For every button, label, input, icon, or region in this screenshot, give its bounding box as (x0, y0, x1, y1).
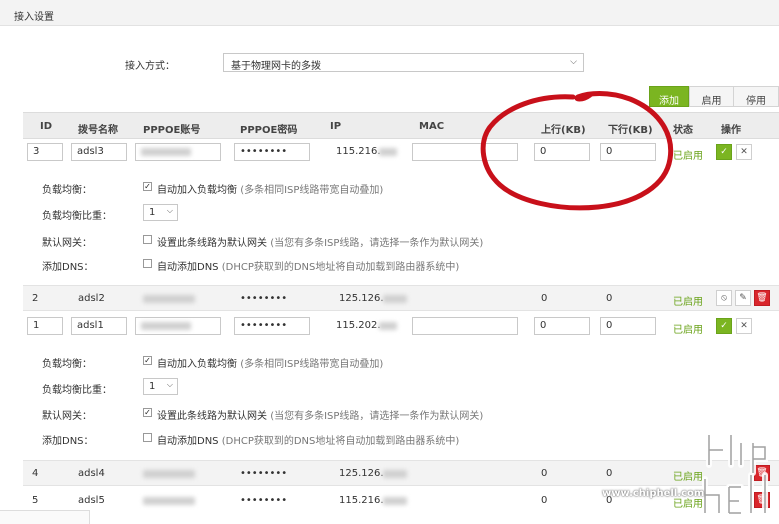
access-mode-value: 基于物理网卡的多拨 (231, 61, 321, 72)
table-row: 1 adsl1 •••••••• 115.202. 0 0 已启用 ✓ ✕ (23, 314, 779, 340)
access-mode-select[interactable]: 基于物理网卡的多拨 ⌵ (223, 53, 584, 72)
trash-icon[interactable]: 🗑 (754, 290, 770, 306)
lb-ratio-label: 负载均衡比重： (42, 385, 112, 396)
access-mode-label: 接入方式： (125, 61, 175, 72)
close-icon[interactable]: ✕ (736, 144, 752, 160)
row-password: •••••••• (240, 495, 288, 506)
row-name: adsl5 (78, 495, 105, 506)
pppoe-pass-input[interactable]: •••••••• (234, 317, 310, 335)
access-mode-row: 接入方式： 基于物理网卡的多拨 ⌵ (0, 52, 779, 74)
row-ip: 115.216. (339, 495, 384, 506)
default-gateway-hint: (当您有多条ISP线路，请选择一条作为默认网关) (270, 238, 484, 249)
row-password: •••••••• (240, 468, 288, 479)
row-ip: 125.126. (339, 293, 384, 304)
pppoe-user-redacted (143, 497, 195, 505)
row-name: adsl4 (78, 468, 105, 479)
disable-button[interactable]: 停用 (734, 86, 779, 107)
add-dns-hint: (DHCP获取到的DNS地址将自动加载到路由器系统中) (221, 262, 460, 273)
row-upload: 0 (541, 495, 548, 506)
status-badge: 已启用 (673, 325, 703, 336)
pppoe-user-input[interactable] (135, 143, 221, 161)
table-row: 2 adsl2 •••••••• 125.126. 0 0 已启用 ⦸ ✎ 🗑 (23, 285, 779, 311)
pppoe-user-input[interactable] (135, 317, 221, 335)
add-dns-text: 自动添加DNS (157, 436, 219, 447)
row-upload: 0 (541, 468, 548, 479)
load-balance-label: 负载均衡： (42, 359, 92, 370)
id-input[interactable]: 1 (27, 317, 63, 335)
load-balance-checkbox[interactable]: ✓ (143, 356, 152, 365)
row-download: 0 (606, 293, 613, 304)
add-dns-checkbox[interactable] (143, 259, 152, 268)
ban-icon[interactable]: ⦸ (716, 290, 732, 306)
id-input[interactable]: 3 (27, 143, 63, 161)
chiphell-watermark-logo (702, 432, 768, 516)
enable-button[interactable]: 启用 (689, 86, 734, 107)
chevron-down-icon: ⌵ (570, 57, 577, 67)
row-id: 4 (32, 468, 39, 479)
load-balance-hint: (多条相同ISP线路带宽自动叠加) (240, 359, 384, 370)
add-dns-label: 添加DNS： (42, 262, 94, 273)
col-action: 操作 (721, 125, 741, 136)
load-balance-text: 自动加入负载均衡 (157, 359, 237, 370)
default-gateway-text: 设置此条线路为默认网关 (157, 238, 267, 249)
dial-name-input[interactable]: adsl3 (71, 143, 127, 161)
lb-ratio-label: 负载均衡比重： (42, 211, 112, 222)
pppoe-user-redacted (143, 295, 195, 303)
add-dns-label: 添加DNS： (42, 436, 94, 447)
col-mac: MAC (419, 121, 445, 132)
pppoe-pass-input[interactable]: •••••••• (234, 143, 310, 161)
row-ip: 125.126. (339, 468, 384, 479)
pppoe-user-redacted (143, 470, 195, 478)
check-icon[interactable]: ✓ (716, 144, 732, 160)
bottom-scroll-area (0, 510, 90, 524)
col-name: 拨号名称 (78, 125, 118, 136)
load-balance-checkbox[interactable]: ✓ (143, 182, 152, 191)
close-icon[interactable]: ✕ (736, 318, 752, 334)
default-gateway-checkbox[interactable]: ✓ (143, 408, 152, 417)
default-gateway-text: 设置此条线路为默认网关 (157, 411, 267, 422)
download-input[interactable]: 0 (600, 317, 656, 335)
load-balance-hint: (多条相同ISP线路带宽自动叠加) (240, 185, 384, 196)
row-name: adsl2 (78, 293, 105, 304)
default-gateway-hint: (当您有多条ISP线路，请选择一条作为默认网关) (270, 411, 484, 422)
load-balance-text: 自动加入负载均衡 (157, 185, 237, 196)
red-scribble-annotation (480, 91, 674, 211)
row-id: 5 (32, 495, 39, 506)
check-icon[interactable]: ✓ (716, 318, 732, 334)
col-ip: IP (330, 121, 342, 132)
add-dns-checkbox[interactable] (143, 433, 152, 442)
row-password: •••••••• (240, 293, 288, 304)
page-title: 接入设置 (0, 0, 779, 26)
lb-ratio-select[interactable]: 1 ⌵ (143, 204, 178, 221)
add-dns-hint: (DHCP获取到的DNS地址将自动加载到路由器系统中) (221, 436, 460, 447)
table-row: 4 adsl4 •••••••• 125.126. 0 0 已启用 🗑 (23, 460, 779, 486)
col-pppoe-user: PPPOE账号 (143, 125, 201, 136)
ip-value: 115.216. (330, 143, 410, 161)
status-badge: 已启用 (673, 297, 703, 308)
mac-input[interactable] (412, 317, 518, 335)
row-id: 2 (32, 293, 39, 304)
default-gateway-label: 默认网关： (42, 411, 92, 422)
default-gateway-checkbox[interactable] (143, 235, 152, 244)
col-id: ID (40, 121, 53, 132)
row-download: 0 (606, 468, 613, 479)
lb-ratio-select[interactable]: 1 ⌵ (143, 378, 178, 395)
default-gateway-label: 默认网关： (42, 238, 92, 249)
pencil-icon[interactable]: ✎ (735, 290, 751, 306)
add-dns-text: 自动添加DNS (157, 262, 219, 273)
load-balance-label: 负载均衡： (42, 185, 92, 196)
upload-input[interactable]: 0 (534, 317, 590, 335)
dial-name-input[interactable]: adsl1 (71, 317, 127, 335)
ip-value: 115.202. (330, 317, 410, 335)
row-upload: 0 (541, 293, 548, 304)
col-pppoe-pass: PPPOE密码 (240, 125, 298, 136)
watermark-url: www.chiphell.com (602, 488, 705, 499)
chevron-down-icon: ⌵ (166, 380, 173, 389)
chevron-down-icon: ⌵ (166, 206, 173, 215)
